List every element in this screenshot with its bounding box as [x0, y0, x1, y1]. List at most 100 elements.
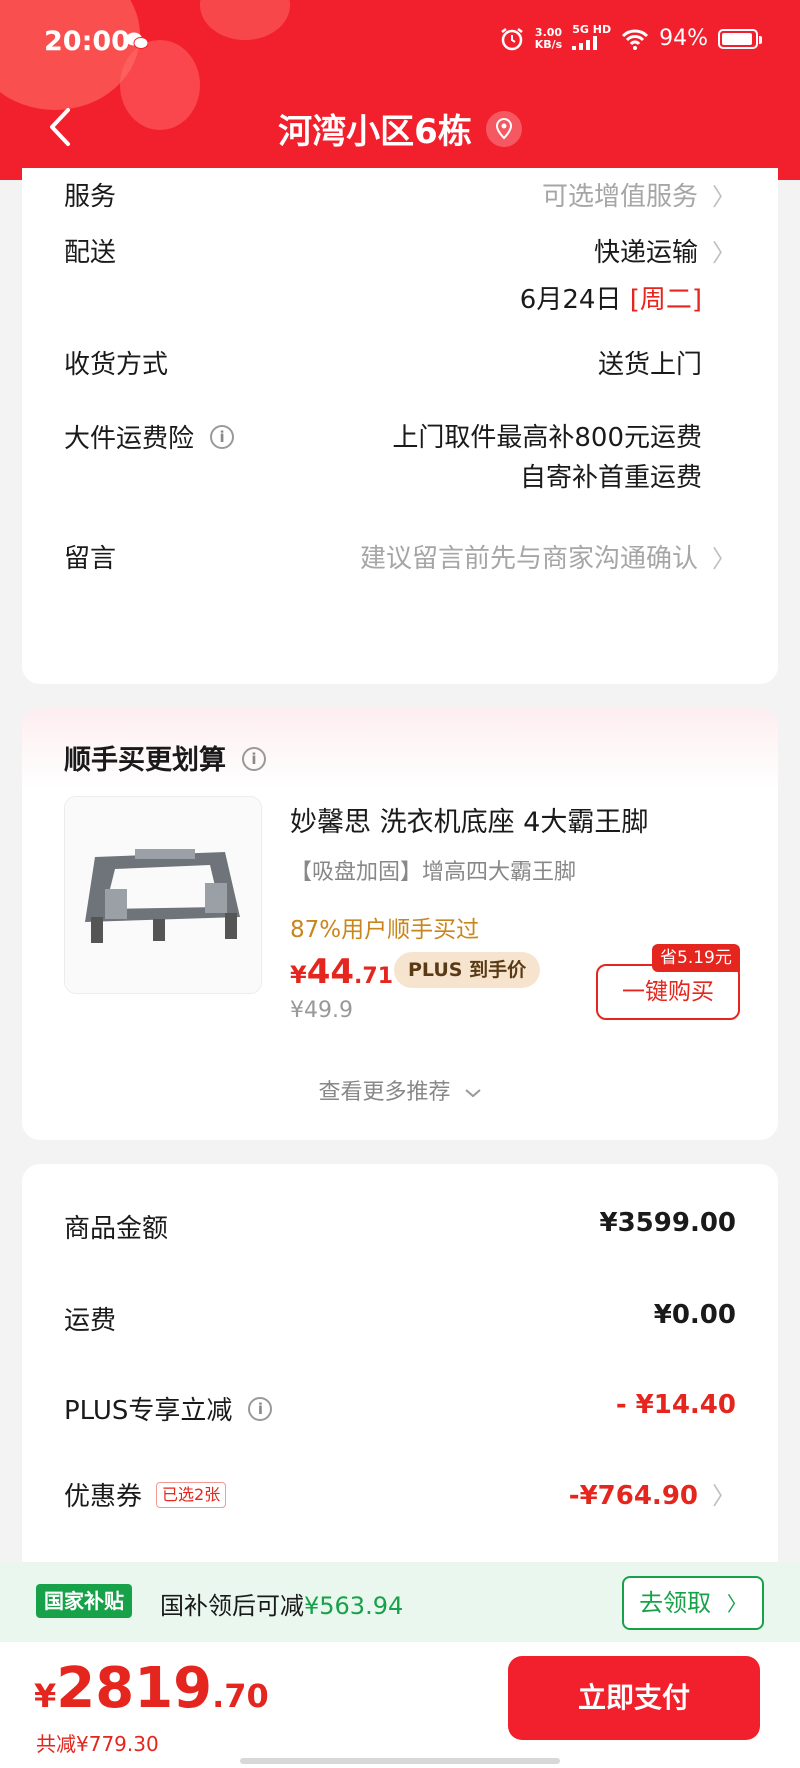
net-speed-unit: KB/s — [534, 37, 563, 51]
wifi-icon — [622, 29, 649, 50]
coupon-count-badge: 已选2张 — [156, 1481, 227, 1508]
network-indicator: 5G HD — [572, 24, 611, 53]
claim-subsidy-button[interactable]: 去领取 〉 — [622, 1576, 764, 1630]
chevron-right-icon: 〉 — [712, 239, 736, 267]
plus-discount-label: PLUS专享立减 i — [64, 1390, 273, 1427]
service-row[interactable]: 服务 可选增值服务〉 — [64, 176, 736, 216]
home-indicator — [240, 1758, 560, 1764]
network-label: 5G HD — [572, 23, 612, 36]
recommend-title-text: 顺手买更划算 — [64, 745, 226, 776]
total-currency: ¥ — [34, 1677, 57, 1715]
total-price: ¥2819.70 — [34, 1656, 269, 1721]
message-placeholder: 建议留言前先与商家沟通确认 — [359, 544, 698, 574]
plus-discount-value: - ¥14.40 — [615, 1390, 736, 1420]
subsidy-text: 国补领后可减¥563.94 — [160, 1586, 403, 1621]
totals-card: 商品金额 ¥3599.00 运费 ¥0.00 PLUS专享立减 i - ¥14.4… — [22, 1164, 778, 1584]
total-integer: 2819 — [56, 1656, 213, 1721]
product-name[interactable]: 妙馨思 洗衣机底座 4大霸王脚 — [290, 800, 648, 839]
product-image[interactable] — [64, 796, 262, 994]
coupon-label: 优惠券 已选2张 — [64, 1476, 227, 1513]
delivery-weekday: [周二] — [629, 285, 702, 315]
total-decimal: .70 — [212, 1677, 269, 1715]
battery-percent: 94% — [659, 26, 708, 51]
original-price: ¥49.9 — [290, 998, 353, 1023]
delivery-method: 快递运输 — [593, 238, 698, 268]
subsidy-banner: 国家补贴 国补领后可减¥563.94 去领取 〉 — [0, 1562, 800, 1642]
message-input[interactable]: 建议留言前先与商家沟通确认〉 — [360, 538, 736, 575]
shipping-fee-value: ¥0.00 — [653, 1300, 736, 1330]
receive-method-row: 收货方式 送货上门 — [64, 344, 736, 384]
coupon-value-text: -¥764.90 — [568, 1481, 698, 1511]
product-price: ¥44.71 — [290, 952, 393, 992]
product-bought-rate: 87%用户顺手买过 — [290, 917, 480, 943]
chevron-right-icon: 〉 — [726, 1592, 747, 1616]
chevron-right-icon: 〉 — [712, 545, 736, 573]
info-icon[interactable]: i — [248, 1396, 273, 1421]
wechat-icon — [126, 32, 148, 49]
goods-amount-row: 商品金额 ¥3599.00 — [64, 1208, 736, 1248]
delivery-value: 快递运输〉 6月24日 [周二] — [520, 232, 736, 316]
save-amount-badge: 省5.19元 — [652, 944, 740, 972]
page-title[interactable]: 河湾小区6栋 — [0, 104, 800, 153]
shipping-fee-row: 运费 ¥0.00 — [64, 1300, 736, 1340]
coupon-row[interactable]: 优惠券 已选2张 -¥764.90 〉 — [64, 1476, 736, 1516]
price-currency: ¥ — [290, 961, 307, 989]
chevron-right-icon: 〉 — [712, 183, 736, 211]
subsidy-desc: 国补领后可减 — [160, 1592, 304, 1620]
delivery-date: 6月24日 — [519, 285, 622, 315]
status-bar: 20:00 3.00 KB/s 5G HD 94% — [0, 0, 800, 86]
service-value: 可选增值服务〉 — [542, 176, 736, 213]
message-label: 留言 — [64, 544, 117, 574]
shipping-insurance-row: 大件运费险 i 上门取件最高补800元运费 自寄补首重运费 — [64, 418, 736, 498]
info-icon[interactable]: i — [242, 746, 266, 771]
product-subtitle: 【吸盘加固】增高四大霸王脚 — [290, 860, 577, 885]
goods-amount-label: 商品金额 — [64, 1214, 169, 1244]
receive-method-value: 送货上门 — [597, 350, 702, 380]
plus-discount-row: PLUS专享立减 i - ¥14.40 — [64, 1390, 736, 1430]
signal-icon — [572, 36, 598, 50]
battery-icon — [718, 28, 762, 49]
shipping-insurance-label-text: 大件运费险 — [64, 424, 195, 454]
delivery-label: 配送 — [64, 238, 117, 268]
delivery-row[interactable]: 配送 快递运输〉 6月24日 [周二] — [64, 232, 736, 315]
battery-fill — [722, 32, 752, 45]
more-recommend-label: 查看更多推荐 — [318, 1080, 451, 1105]
chevron-right-icon: 〉 — [712, 1482, 736, 1510]
plus-discount-label-text: PLUS专享立减 — [64, 1396, 233, 1426]
shipping-insurance-line2: 自寄补首重运费 — [519, 463, 702, 493]
subsidy-amount: ¥563.94 — [304, 1592, 404, 1620]
washer-base-illustration — [65, 797, 261, 993]
service-label: 服务 — [64, 182, 117, 212]
pay-now-button[interactable]: 立即支付 — [508, 1656, 760, 1740]
receive-method-label: 收货方式 — [64, 350, 169, 380]
recommend-title: 顺手买更划算 i — [64, 738, 266, 777]
one-click-buy-button[interactable]: 一键购买 — [596, 964, 740, 1020]
price-integer: 44 — [306, 952, 355, 992]
service-value-text: 可选增值服务 — [541, 182, 698, 212]
order-info-card: 服务 可选增值服务〉 配送 快递运输〉 6月24日 [周二] 收货方式 送货上门… — [22, 168, 778, 684]
coupon-value: -¥764.90 〉 — [569, 1476, 736, 1511]
shipping-fee-label: 运费 — [64, 1306, 117, 1336]
shipping-insurance-label: 大件运费险 i — [64, 418, 235, 455]
checkout-bar: ¥2819.70 共减¥779.30 立即支付 — [0, 1642, 800, 1768]
coupon-label-text: 优惠券 — [64, 1482, 143, 1512]
chevron-down-icon — [464, 1089, 481, 1098]
net-speed: 3.00 KB/s — [534, 25, 563, 51]
plus-price-tag: PLUS 到手价 — [394, 952, 541, 988]
goods-amount-value: ¥3599.00 — [599, 1208, 736, 1238]
net-speed-value: 3.00 — [534, 25, 563, 39]
claim-subsidy-label: 去领取 — [639, 1589, 712, 1617]
info-icon[interactable]: i — [210, 424, 235, 449]
status-right: 3.00 KB/s 5G HD 94% — [499, 24, 762, 53]
address-title: 河湾小区6栋 — [278, 112, 472, 152]
header: 20:00 3.00 KB/s 5G HD 94% 河湾小区6栋 — [0, 0, 800, 180]
location-pin-icon[interactable] — [485, 110, 522, 147]
national-subsidy-badge: 国家补贴 — [36, 1584, 132, 1618]
status-time: 20:00 — [44, 26, 130, 57]
alarm-icon — [501, 27, 523, 50]
more-recommend-link[interactable]: 查看更多推荐 — [22, 1074, 778, 1106]
total-saved: 共减¥779.30 — [36, 1732, 159, 1756]
message-row[interactable]: 留言 建议留言前先与商家沟通确认〉 — [64, 538, 736, 578]
recommend-card: 顺手买更划算 i 妙馨思 洗衣机底座 4大霸王脚 【吸盘加固】增高四大霸王脚 87… — [22, 708, 778, 1140]
shipping-insurance-value: 上门取件最高补800元运费 自寄补首重运费 — [392, 418, 702, 498]
